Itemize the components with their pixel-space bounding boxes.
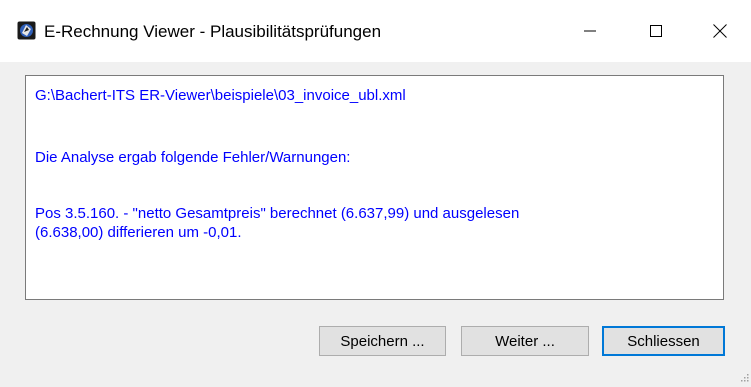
save-button[interactable]: Speichern ...: [319, 326, 446, 356]
app-icon: [17, 21, 36, 40]
finding-line-1: Pos 3.5.160. - "netto Gesamtpreis" berec…: [35, 205, 520, 222]
resize-grip-icon[interactable]: [739, 369, 749, 382]
maximize-icon: [650, 25, 662, 37]
finding-line-2: (6.638,00) differieren um -0,01.: [35, 224, 242, 241]
dialog-body: G:\Bachert-ITS ER-Viewer\beispiele\03_in…: [0, 62, 751, 382]
file-path-text: G:\Bachert-ITS ER-Viewer\beispiele\03_in…: [35, 87, 406, 104]
close-button[interactable]: Schliessen: [602, 326, 725, 356]
analysis-header-text: Die Analyse ergab folgende Fehler/Warnun…: [35, 149, 351, 166]
close-icon: [713, 24, 727, 38]
minimize-button[interactable]: [558, 0, 622, 62]
next-button[interactable]: Weiter ...: [461, 326, 589, 356]
title-bar: E-Rechnung Viewer - Plausibilitätsprüfun…: [0, 0, 751, 62]
minimize-icon: [584, 30, 596, 32]
maximize-button[interactable]: [624, 0, 688, 62]
message-textbox[interactable]: G:\Bachert-ITS ER-Viewer\beispiele\03_in…: [25, 75, 724, 300]
window-title: E-Rechnung Viewer - Plausibilitätsprüfun…: [44, 22, 382, 41]
close-window-button[interactable]: [688, 0, 751, 62]
